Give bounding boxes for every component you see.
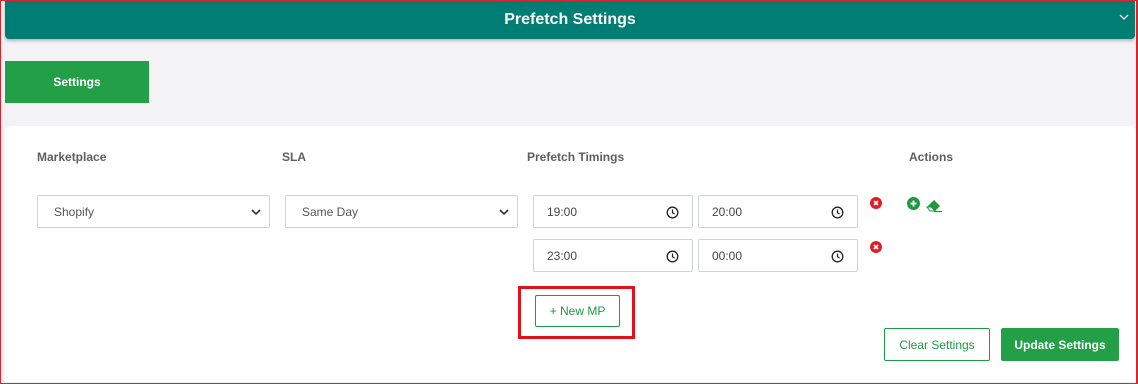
time-value: 19:00 [547, 204, 578, 219]
clear-settings-button[interactable]: Clear Settings [884, 328, 990, 361]
time-value: 20:00 [712, 204, 743, 219]
column-header-prefetch-timings: Prefetch Timings [527, 150, 625, 164]
remove-timing-icon[interactable] [870, 241, 882, 253]
time-value: 00:00 [712, 248, 743, 263]
chevron-down-icon [251, 209, 261, 216]
remove-timing-icon[interactable] [870, 197, 882, 209]
column-header-marketplace: Marketplace [37, 150, 107, 164]
column-header-sla: SLA [282, 150, 306, 164]
chevron-down-icon[interactable] [1119, 12, 1129, 22]
timing-start-input[interactable]: 23:00 [533, 239, 693, 272]
prefetch-settings-header[interactable]: Prefetch Settings [5, 0, 1135, 39]
chevron-down-icon [499, 209, 509, 216]
eraser-icon[interactable] [925, 197, 943, 213]
sla-select[interactable]: Same Day [285, 195, 518, 228]
timing-start-input[interactable]: 19:00 [533, 195, 693, 228]
clock-icon[interactable] [666, 250, 679, 263]
timing-end-input[interactable]: 00:00 [698, 239, 858, 272]
new-mp-button[interactable]: + New MP [535, 295, 620, 327]
update-settings-button[interactable]: Update Settings [1001, 328, 1119, 361]
column-header-actions: Actions [909, 150, 954, 164]
marketplace-select[interactable]: Shopify [37, 195, 270, 228]
clock-icon[interactable] [666, 206, 679, 219]
marketplace-select-value: Shopify [54, 204, 95, 219]
sla-select-value: Same Day [302, 204, 359, 219]
page-title: Prefetch Settings [504, 10, 636, 28]
add-timing-icon[interactable] [907, 197, 920, 210]
timing-end-input[interactable]: 20:00 [698, 195, 858, 228]
clock-icon[interactable] [831, 250, 844, 263]
clock-icon[interactable] [831, 206, 844, 219]
tab-settings[interactable]: Settings [5, 61, 149, 103]
time-value: 23:00 [547, 248, 578, 263]
